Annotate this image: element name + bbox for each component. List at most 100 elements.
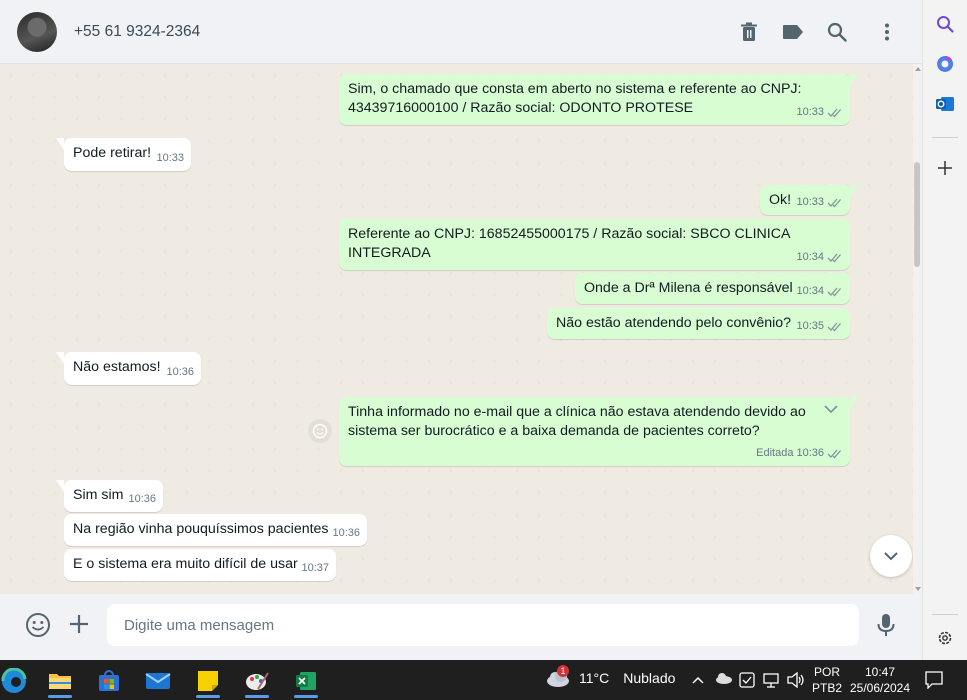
message-time: 10:34 [796, 285, 824, 297]
paint-icon[interactable] [237, 664, 277, 698]
mic-icon[interactable] [874, 612, 898, 643]
onedrive-icon[interactable] [715, 672, 733, 687]
store-icon[interactable] [89, 664, 129, 698]
plus-icon[interactable] [67, 612, 91, 641]
scroll-to-bottom-button[interactable] [870, 535, 912, 577]
edited-label: Editada [756, 447, 794, 459]
message-text: Na região vinha pouquíssimos pacientes [73, 521, 329, 537]
message-meta: 10:36 [128, 490, 156, 509]
network-icon[interactable] [763, 672, 779, 691]
message-text: E o sistema era muito difícil de usar [73, 556, 298, 572]
weather-temp: 11°C [579, 670, 610, 686]
volume-icon[interactable] [787, 671, 805, 691]
read-ticks-icon [827, 322, 841, 332]
more-vertical-icon[interactable] [875, 20, 899, 44]
divider [932, 137, 958, 138]
right-sidebar [922, 0, 967, 660]
message-time: 10:34 [796, 251, 824, 263]
scroll-up-arrow[interactable] [915, 67, 921, 71]
message-meta: 10:37 [301, 559, 329, 578]
chevron-down-icon [884, 551, 898, 560]
security-icon[interactable] [739, 672, 755, 691]
chevron-down-icon[interactable] [824, 405, 838, 414]
message-bubble-in[interactable]: Sim sim 10:36 [56, 480, 163, 512]
divider [932, 614, 958, 615]
clock-date: 25/06/2024 [849, 681, 911, 695]
message-text: Onde a Drª Milena é responsável [584, 280, 793, 296]
message-time: 10:33 [796, 196, 824, 208]
file-explorer-icon[interactable] [40, 664, 80, 698]
message-meta: 10:33 [156, 149, 184, 168]
message-meta: 10:33 [796, 193, 843, 212]
message-time: 10:35 [796, 320, 824, 332]
message-bubble-out[interactable]: Tinha informado no e-mail que a clínica … [339, 397, 858, 466]
message-meta: 10:35 [796, 317, 843, 336]
emoji-reaction-button[interactable] [308, 419, 332, 443]
clock-time: 10:47 [864, 665, 896, 679]
excel-icon[interactable] [286, 664, 326, 698]
message-time: 10:33 [796, 106, 824, 118]
message-bubble-out[interactable]: Sim, o chamado que consta em aberto no s… [339, 74, 858, 125]
message-input[interactable] [107, 604, 859, 646]
message-meta: 10:36 [166, 363, 194, 382]
avatar[interactable] [17, 12, 57, 52]
weather-widget[interactable]: 1 11°C Nublado [545, 665, 676, 688]
plus-icon[interactable] [934, 157, 956, 179]
message-time: 10:33 [156, 152, 184, 164]
chevron-up-icon[interactable] [692, 672, 704, 687]
message-text: Sim sim [73, 487, 124, 503]
message-bubble-in[interactable]: E o sistema era muito difícil de usar 10… [64, 549, 336, 581]
message-bubble-in[interactable]: Na região vinha pouquíssimos pacientes 1… [64, 514, 367, 546]
weather-desc: Nublado [623, 670, 676, 686]
sticky-notes-icon[interactable] [188, 664, 228, 698]
read-ticks-icon [827, 253, 841, 263]
scrollbar-thumb[interactable] [914, 162, 920, 267]
message-bubble-out[interactable]: Não estão atendendo pelo convênio? 10:35 [547, 308, 850, 339]
mail-icon[interactable] [138, 664, 178, 698]
message-text: Sim, o chamado que consta em aberto no s… [348, 81, 802, 116]
outlook-icon[interactable] [934, 93, 956, 115]
trash-icon[interactable] [737, 20, 761, 44]
message-bubble-in[interactable]: Não estamos! 10:36 [56, 352, 201, 385]
language-indicator[interactable]: POR PTB2 [812, 664, 842, 696]
notification-badge: 1 [557, 665, 569, 677]
message-bubble-out[interactable]: Referente ao CNPJ: 16852455000175 / Razã… [339, 219, 850, 270]
message-time: 10:36 [166, 366, 194, 378]
message-meta: 10:36 [332, 524, 360, 543]
message-time: 10:36 [796, 447, 824, 459]
search-icon[interactable] [825, 20, 849, 44]
read-ticks-icon [827, 198, 841, 208]
search-icon[interactable] [934, 13, 956, 35]
notification-icon[interactable] [925, 671, 943, 694]
label-icon[interactable] [781, 20, 805, 44]
read-ticks-icon [827, 287, 841, 297]
read-ticks-icon [827, 108, 841, 118]
scroll-down-arrow[interactable] [915, 587, 921, 591]
contact-name[interactable]: +55 61 9324-2364 [74, 23, 200, 41]
copilot-icon[interactable] [934, 53, 956, 75]
message-bubble-out[interactable]: Onde a Drª Milena é responsável 10:34 [575, 273, 850, 304]
scrollbar[interactable] [913, 64, 922, 594]
message-meta: Editada 10:36 [756, 444, 843, 463]
taskbar: 1 11°C Nublado POR PTB2 10:47 25/06/2024 [0, 660, 967, 700]
message-time: 10:37 [301, 562, 329, 574]
chat-header: +55 61 9324-2364 [0, 0, 922, 64]
message-text: Não estão atendendo pelo convênio? [556, 315, 792, 331]
message-meta: 10:34 [796, 248, 843, 267]
message-time: 10:36 [332, 527, 360, 539]
edge-icon[interactable] [0, 664, 34, 698]
smiley-icon [312, 423, 328, 439]
gear-icon[interactable] [934, 627, 956, 649]
cloud-icon: 1 [545, 665, 571, 688]
message-text: Pode retirar! [73, 145, 152, 161]
read-ticks-icon [827, 449, 841, 459]
message-meta: 10:34 [796, 282, 843, 301]
message-time: 10:36 [128, 493, 156, 505]
message-bubble-in[interactable]: Pode retirar! 10:33 [56, 138, 191, 171]
message-text: Tinha informado no e-mail que a clínica … [348, 404, 806, 439]
message-list[interactable]: Sim, o chamado que consta em aberto no s… [0, 64, 922, 594]
emoji-icon[interactable] [25, 612, 51, 643]
clock[interactable]: 10:47 25/06/2024 [849, 664, 911, 696]
keyboard-layout: PTB2 [812, 681, 843, 695]
message-bubble-out[interactable]: Ok! 10:33 [760, 185, 858, 215]
